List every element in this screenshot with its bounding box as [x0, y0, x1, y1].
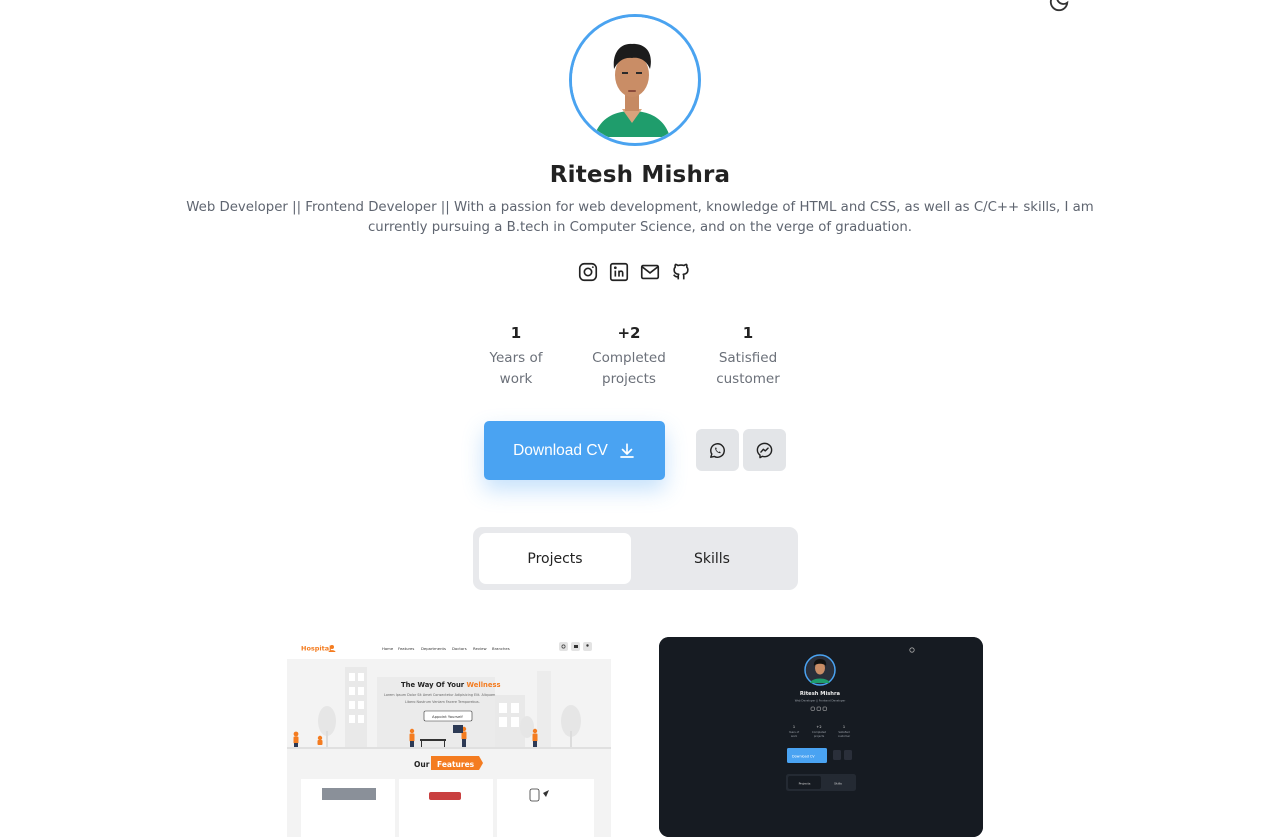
project-hospital-subtext-2: Libero Nostrum Veniam Facere Temporebus. [405, 700, 480, 704]
tab-skills[interactable]: Skills [636, 533, 788, 584]
project-hospital-brand: Hospital [301, 645, 331, 653]
project-portfolio-tab-projects: Projects [799, 782, 811, 786]
project-card-portfolio-dark[interactable]: Ritesh Mishra Web Developer || Frontend … [659, 637, 983, 837]
project-portfolio-stat-label: Satisfied [838, 730, 850, 734]
project-card-hospital[interactable]: Hospital Home Features Departments Docto… [287, 637, 611, 837]
stat-value: 1 [510, 324, 522, 342]
instagram-icon[interactable] [577, 261, 599, 283]
whatsapp-icon [710, 442, 725, 458]
social-links [577, 261, 692, 283]
project-portfolio-tab-skills: Skills [834, 782, 842, 786]
project-portfolio-name: Ritesh Mishra [800, 691, 841, 697]
project-hospital-section-prefix: Our [414, 760, 430, 769]
stat-label: Years of work [489, 350, 543, 387]
project-hospital-nav-review: Review [473, 646, 487, 651]
project-portfolio-stat-value: 1 [793, 725, 795, 729]
github-icon[interactable] [670, 261, 692, 283]
project-portfolio-stat-value: +2 [816, 725, 821, 729]
project-portfolio-download: Download CV [792, 755, 815, 759]
project-portfolio-stat-label: Years of [789, 730, 799, 734]
project-hospital-section-accent: Features [437, 760, 475, 769]
project-portfolio-stat-value: 1 [843, 725, 845, 729]
project-portfolio-subtitle: Web Developer || Frontend Developer [795, 699, 846, 703]
project-portfolio-stat-label: Completed [812, 730, 827, 734]
tab-projects[interactable]: Projects [479, 533, 631, 584]
linkedin-icon[interactable] [608, 261, 630, 283]
mail-icon[interactable] [639, 261, 661, 283]
stat-label: Satisfied customer [716, 350, 780, 387]
project-hospital-headline: The Way Of Your Wellness [401, 681, 501, 689]
project-hospital-cta: Appoint Yourself [432, 714, 463, 719]
stat-customers: 1 Satisfied customer [693, 322, 803, 389]
stat-label: Completed projects [592, 350, 666, 387]
project-portfolio-stat-label: projects [814, 734, 825, 738]
project-hospital-nav-features: Features [398, 646, 414, 651]
stat-projects: +2 Completed projects [574, 322, 684, 389]
profile-bio: Web Developer || Frontend Developer || W… [186, 200, 1094, 235]
messenger-icon [756, 442, 773, 458]
project-hospital-nav-branches: Branches [492, 646, 510, 651]
stat-years: 1 Years of work [461, 322, 571, 389]
download-cv-button[interactable]: Download CV [484, 421, 665, 480]
theme-toggle-moon-icon[interactable] [1048, 0, 1070, 13]
project-portfolio-stat-label: customer [838, 734, 851, 738]
stat-value: +2 [617, 324, 641, 342]
download-cv-label: Download CV [513, 441, 608, 459]
messenger-button[interactable] [743, 429, 786, 471]
project-hospital-nav-home: Home [382, 646, 394, 651]
project-portfolio-stat-label: work [791, 734, 798, 738]
stat-value: 1 [742, 324, 754, 342]
avatar [569, 14, 701, 146]
profile-name: Ritesh Mishra [549, 162, 731, 188]
tab-switcher: Projects Skills [473, 527, 798, 590]
project-hospital-subtext-1: Lorem Ipsum Dolor Sit Amet Consectetur A… [384, 693, 496, 697]
download-icon [620, 442, 634, 458]
project-hospital-nav-doctors: Doctors [452, 646, 467, 651]
project-hospital-nav-departments: Departments [421, 646, 446, 651]
whatsapp-button[interactable] [696, 429, 739, 471]
